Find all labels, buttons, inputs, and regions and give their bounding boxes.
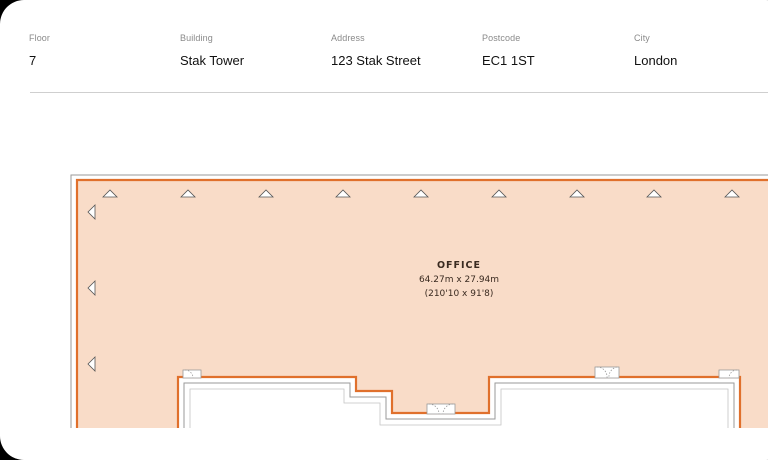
floorplan-drawing[interactable]: OFFICE 64.27m x 27.94m (210'10 x 91'8) (0, 0, 768, 428)
room-name: OFFICE (437, 260, 481, 271)
room-size-metric: 64.27m x 27.94m (419, 275, 499, 285)
floorplan-card: Floor 7 Building Stak Tower Address 123 … (0, 0, 768, 460)
room-size-imperial: (210'10 x 91'8) (425, 289, 494, 299)
office-room-area[interactable] (75, 178, 768, 428)
door-swing-icon (182, 369, 202, 379)
door-swing-icon (594, 366, 620, 379)
door-swing-icon (426, 403, 456, 415)
door-swing-icon (718, 369, 740, 379)
